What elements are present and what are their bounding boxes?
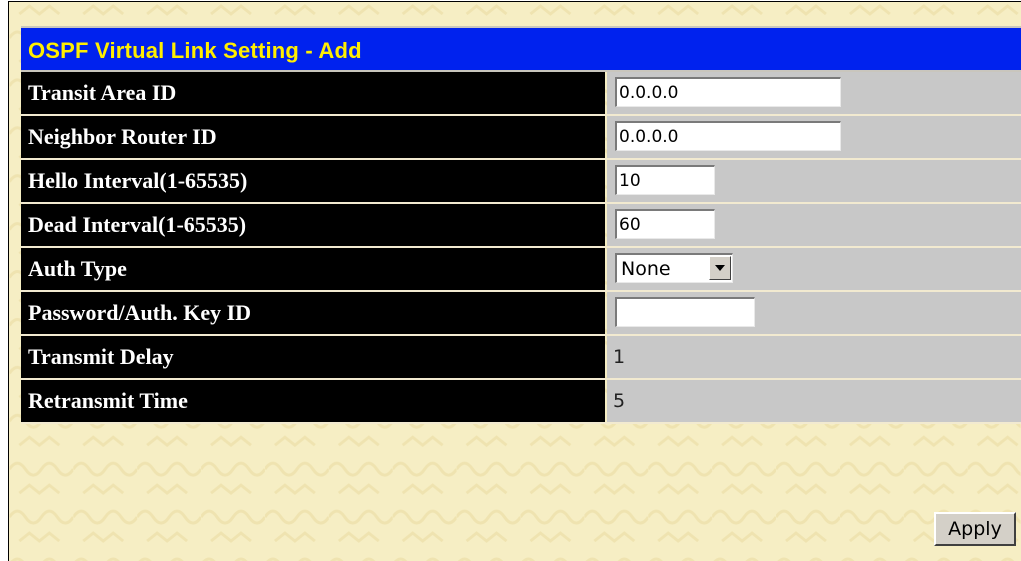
auth-type-cell: None xyxy=(607,248,1021,290)
row-hello-interval: Hello Interval(1-65535) xyxy=(21,160,1021,204)
transit-area-id-label: Transit Area ID xyxy=(21,72,605,114)
auth-type-selected-value: None xyxy=(621,258,671,280)
password-auth-key-id-label: Password/Auth. Key ID xyxy=(21,292,605,334)
transmit-delay-value: 1 xyxy=(613,346,626,368)
hello-interval-label: Hello Interval(1-65535) xyxy=(21,160,605,202)
neighbor-router-id-label: Neighbor Router ID xyxy=(21,116,605,158)
row-neighbor-router-id: Neighbor Router ID xyxy=(21,116,1021,160)
chevron-down-icon[interactable] xyxy=(709,256,731,280)
transmit-delay-label: Transmit Delay xyxy=(21,336,605,378)
transit-area-id-cell xyxy=(607,72,1021,114)
transmit-delay-cell: 1 xyxy=(607,336,1021,378)
dead-interval-input[interactable] xyxy=(615,209,715,239)
row-transit-area-id: Transit Area ID xyxy=(21,72,1021,116)
neighbor-router-id-input[interactable] xyxy=(615,121,841,151)
transit-area-id-input[interactable] xyxy=(615,77,841,107)
screen: OSPF Virtual Link Setting - Add Transit … xyxy=(0,0,1021,561)
row-transmit-delay: Transmit Delay 1 xyxy=(21,336,1021,380)
retransmit-time-cell: 5 xyxy=(607,380,1021,422)
apply-button[interactable]: Apply xyxy=(934,512,1016,546)
retransmit-time-label: Retransmit Time xyxy=(21,380,605,422)
retransmit-time-value: 5 xyxy=(613,390,626,412)
password-auth-key-id-input[interactable] xyxy=(615,297,755,327)
neighbor-router-id-cell xyxy=(607,116,1021,158)
row-retransmit-time: Retransmit Time 5 xyxy=(21,380,1021,424)
password-auth-key-id-cell xyxy=(607,292,1021,334)
dead-interval-label: Dead Interval(1-65535) xyxy=(21,204,605,246)
hello-interval-input[interactable] xyxy=(615,165,715,195)
row-auth-type: Auth Type None xyxy=(21,248,1021,292)
hello-interval-cell xyxy=(607,160,1021,202)
content-panel: OSPF Virtual Link Setting - Add Transit … xyxy=(8,1,1021,561)
title-bar: OSPF Virtual Link Setting - Add xyxy=(21,26,1021,72)
row-password-auth-key-id: Password/Auth. Key ID xyxy=(21,292,1021,336)
auth-type-select[interactable]: None xyxy=(615,253,733,283)
row-dead-interval: Dead Interval(1-65535) xyxy=(21,204,1021,248)
dead-interval-cell xyxy=(607,204,1021,246)
auth-type-label: Auth Type xyxy=(21,248,605,290)
page-title: OSPF Virtual Link Setting - Add xyxy=(28,38,362,63)
